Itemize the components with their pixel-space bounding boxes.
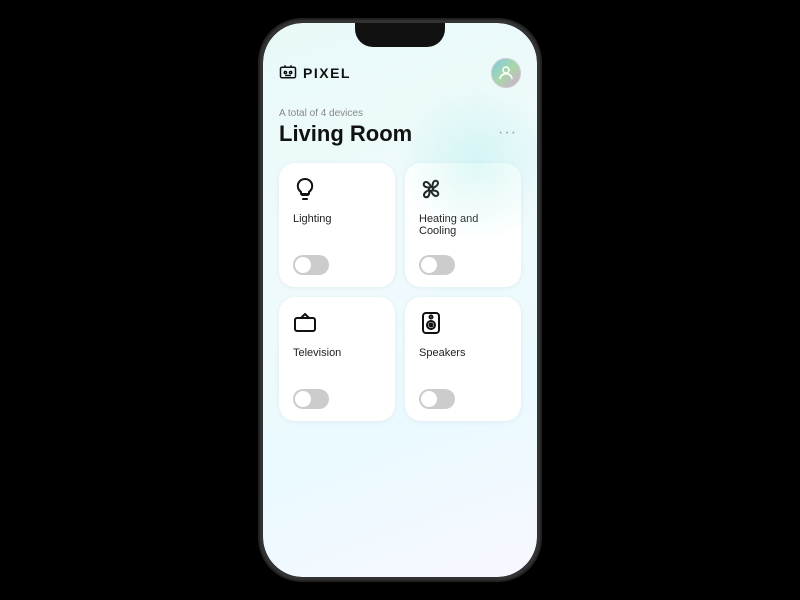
speakers-toggle[interactable]	[419, 389, 455, 409]
phone-frame: PIXEL A total of 4 devices Living Room ·…	[260, 20, 540, 580]
heating-cooling-toggle-wrapper	[419, 255, 507, 275]
device-card-heating-cooling[interactable]: Heating and Cooling	[405, 163, 521, 287]
lighting-toggle-wrapper	[293, 255, 381, 275]
speakers-label: Speakers	[419, 347, 507, 375]
logo-icon	[279, 62, 297, 85]
speaker-icon	[419, 311, 507, 339]
room-title-row: Living Room ···	[279, 121, 521, 147]
lighting-toggle-slider	[293, 255, 329, 275]
device-card-speakers[interactable]: Speakers	[405, 297, 521, 421]
heating-cooling-label: Heating and Cooling	[419, 213, 507, 241]
screen-content: PIXEL A total of 4 devices Living Room ·…	[263, 23, 537, 577]
device-card-lighting[interactable]: Lighting	[279, 163, 395, 287]
lighting-icon	[293, 177, 381, 205]
notch	[355, 23, 445, 47]
speakers-toggle-wrapper	[419, 389, 507, 409]
logo-area: PIXEL	[279, 62, 351, 85]
television-label: Television	[293, 347, 381, 375]
lighting-label: Lighting	[293, 213, 381, 241]
television-toggle-wrapper	[293, 389, 381, 409]
room-info: A total of 4 devices Living Room ···	[279, 108, 521, 147]
television-toggle[interactable]	[293, 389, 329, 409]
lighting-toggle[interactable]	[293, 255, 329, 275]
header: PIXEL	[279, 58, 521, 88]
heating-cooling-toggle-slider	[419, 255, 455, 275]
speakers-toggle-slider	[419, 389, 455, 409]
device-card-television[interactable]: Television	[279, 297, 395, 421]
heating-cooling-toggle[interactable]	[419, 255, 455, 275]
avatar[interactable]	[491, 58, 521, 88]
room-title: Living Room	[279, 121, 412, 147]
tv-icon	[293, 311, 381, 339]
phone-screen: PIXEL A total of 4 devices Living Room ·…	[263, 23, 537, 577]
device-count-label: A total of 4 devices	[279, 108, 521, 119]
more-button[interactable]: ···	[494, 123, 521, 145]
device-grid: Lighting	[279, 163, 521, 421]
logo-text: PIXEL	[303, 65, 351, 81]
television-toggle-slider	[293, 389, 329, 409]
fan-icon	[419, 177, 507, 205]
